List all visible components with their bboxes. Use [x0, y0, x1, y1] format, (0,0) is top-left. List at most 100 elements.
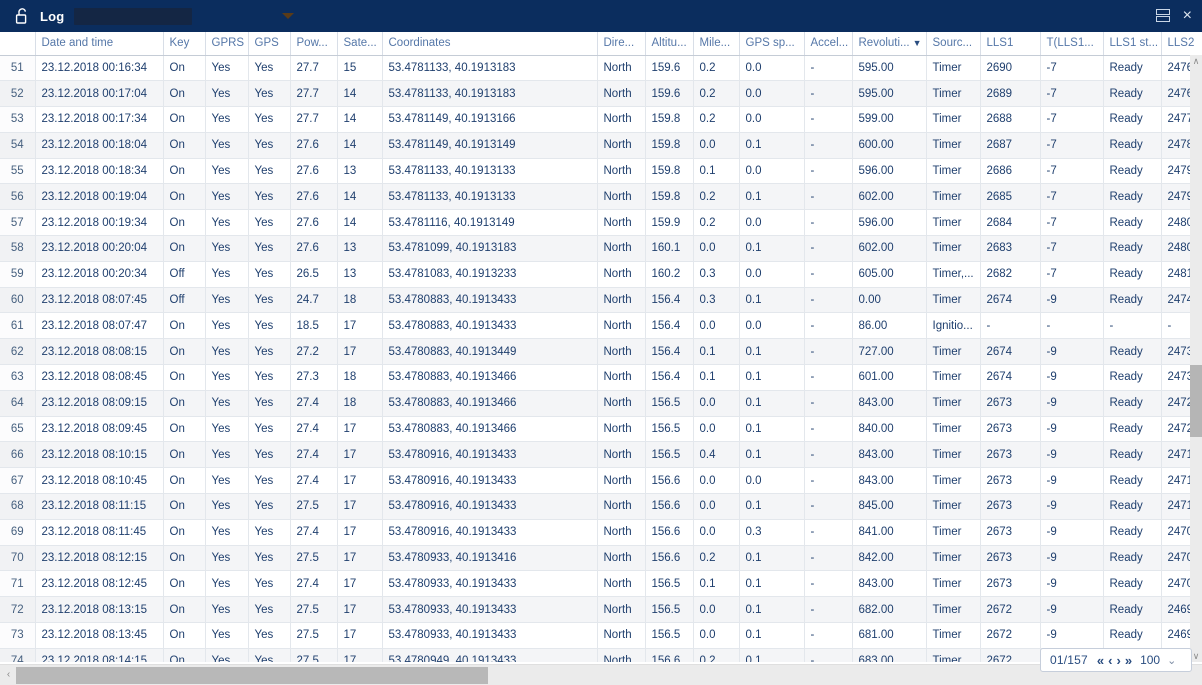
cell-alt: 156.6 — [645, 519, 694, 546]
column-header-alt[interactable]: Altitu... — [645, 32, 694, 56]
column-header-idx[interactable] — [0, 32, 36, 56]
page-size-value[interactable]: 100 — [1140, 653, 1160, 667]
column-header-acc[interactable]: Accel... — [804, 32, 853, 56]
horizontal-scroll-thumb[interactable] — [16, 667, 488, 684]
cell-gprs: Yes — [205, 158, 249, 185]
cell-mile: 0.0 — [693, 312, 740, 340]
table-row[interactable]: 70 23.12.2018 08:12:15 On Yes Yes 27.5 17 53.47… — [0, 545, 1202, 572]
cell-pow: 27.7 — [290, 106, 338, 133]
row-index-cell: 69 — [0, 519, 36, 546]
table-row[interactable]: 52 23.12.2018 00:17:04 On Yes Yes 27.7 14 53.47… — [0, 80, 1202, 108]
cell-alt: 156.5 — [645, 596, 694, 624]
restore-window-icon[interactable] — [1155, 9, 1170, 23]
column-header-pow[interactable]: Pow... — [290, 32, 338, 56]
column-header-label: Altitu... — [651, 37, 687, 50]
column-header-src[interactable]: Sourc... — [926, 32, 981, 56]
cell-gps: Yes — [248, 132, 291, 159]
unlocked-padlock-icon[interactable] — [14, 7, 30, 25]
close-icon[interactable]: × — [1183, 8, 1192, 24]
last-page-icon[interactable]: » — [1123, 653, 1134, 668]
table-row[interactable]: 60 23.12.2018 08:07:45 Off Yes Yes 24.7 18 53.4… — [0, 287, 1202, 314]
column-header-rev[interactable]: Revoluti... ▼ — [852, 32, 927, 56]
vertical-scrollbar[interactable]: ∧ ∨ — [1190, 55, 1202, 662]
cell-tl1: -9 — [1040, 390, 1104, 417]
table-row[interactable]: 58 23.12.2018 00:20:04 On Yes Yes 27.6 13 53.47… — [0, 235, 1202, 262]
scroll-up-icon[interactable]: ∧ — [1190, 55, 1202, 67]
log-table-container[interactable]: Date and time Key GPRS GPS Pow... Sate... Coor… — [0, 32, 1202, 662]
column-header-mile[interactable]: Mile... — [693, 32, 740, 56]
cell-src: Timer — [926, 106, 981, 133]
column-header-label: GPS sp... — [745, 37, 795, 50]
column-header-date[interactable]: Date and time — [35, 32, 164, 56]
row-index-cell: 74 — [0, 648, 36, 662]
cell-rev: 595.00 — [852, 55, 927, 82]
cell-rev: 596.00 — [852, 209, 927, 237]
column-header-coord[interactable]: Coordinates — [382, 32, 598, 56]
cell-coord: 53.4781099, 40.1913183 — [382, 235, 598, 262]
table-row[interactable]: 53 23.12.2018 00:17:34 On Yes Yes 27.7 14 53.47… — [0, 106, 1202, 133]
table-row[interactable]: 68 23.12.2018 08:11:15 On Yes Yes 27.5 17 53.47… — [0, 493, 1202, 520]
column-header-sat[interactable]: Sate... — [337, 32, 383, 56]
horizontal-scrollbar[interactable]: ‹ — [0, 664, 1202, 685]
cell-l1s: Ready — [1103, 467, 1162, 495]
column-header-lls2[interactable]: LLS2 — [1161, 32, 1202, 56]
table-row[interactable]: 63 23.12.2018 08:08:45 On Yes Yes 27.3 18 53.47… — [0, 364, 1202, 391]
cell-src: Timer — [926, 441, 981, 469]
table-row[interactable]: 55 23.12.2018 00:18:34 On Yes Yes 27.6 13 53.47… — [0, 158, 1202, 185]
table-row[interactable]: 67 23.12.2018 08:10:45 On Yes Yes 27.4 17 53.47… — [0, 467, 1202, 495]
vertical-scroll-thumb[interactable] — [1190, 365, 1202, 437]
cell-sat: 17 — [337, 467, 383, 495]
cell-sat: 14 — [337, 80, 383, 108]
column-header-gps[interactable]: GPS — [248, 32, 291, 56]
column-header-label: LLS1 st... — [1109, 37, 1159, 50]
cell-sat: 14 — [337, 106, 383, 133]
table-row[interactable]: 51 23.12.2018 00:16:34 On Yes Yes 27.7 15 53.47… — [0, 55, 1202, 82]
chevron-down-icon[interactable]: ⌄ — [1167, 654, 1176, 667]
table-row[interactable]: 74 23.12.2018 08:14:15 On Yes Yes 27.5 17 53.47… — [0, 648, 1202, 662]
prev-page-icon[interactable]: ‹ — [1106, 653, 1114, 668]
column-header-label: Sourc... — [932, 37, 973, 50]
sort-descending-icon[interactable]: ▼ — [913, 38, 922, 48]
table-row[interactable]: 59 23.12.2018 00:20:34 Off Yes Yes 26.5 13 53.4… — [0, 261, 1202, 288]
table-row[interactable]: 54 23.12.2018 00:18:04 On Yes Yes 27.6 14 53.47… — [0, 132, 1202, 159]
cell-sat: 17 — [337, 570, 383, 598]
row-index-cell: 59 — [0, 261, 36, 288]
table-row[interactable]: 73 23.12.2018 08:13:45 On Yes Yes 27.5 17 53.47… — [0, 622, 1202, 649]
cell-src: Timer — [926, 545, 981, 572]
row-index-cell: 60 — [0, 287, 36, 314]
first-page-icon[interactable]: « — [1095, 653, 1106, 668]
table-row[interactable]: 61 23.12.2018 08:07:47 On Yes Yes 18.5 17 53.47… — [0, 312, 1202, 340]
table-row[interactable]: 65 23.12.2018 08:09:45 On Yes Yes 27.4 17 53.47… — [0, 416, 1202, 443]
table-row[interactable]: 69 23.12.2018 08:11:45 On Yes Yes 27.4 17 53.47… — [0, 519, 1202, 546]
table-row[interactable]: 64 23.12.2018 08:09:15 On Yes Yes 27.4 18 53.47… — [0, 390, 1202, 417]
column-header-l1s[interactable]: LLS1 st... — [1103, 32, 1162, 56]
pagination-control[interactable]: 01/157 « ‹ › » 100 ⌄ — [1040, 648, 1192, 672]
cell-date: 23.12.2018 08:09:45 — [35, 416, 164, 443]
table-row[interactable]: 66 23.12.2018 08:10:15 On Yes Yes 27.4 17 53.47… — [0, 441, 1202, 469]
column-header-gprs[interactable]: GPRS — [205, 32, 249, 56]
column-header-tl1[interactable]: T(LLS1... — [1040, 32, 1104, 56]
column-header-dir[interactable]: Dire... — [597, 32, 646, 56]
cell-pow: 27.6 — [290, 209, 338, 237]
cell-src: Timer — [926, 596, 981, 624]
cell-pow: 27.5 — [290, 648, 338, 662]
cell-alt: 159.8 — [645, 106, 694, 133]
table-row[interactable]: 72 23.12.2018 08:13:15 On Yes Yes 27.5 17 53.47… — [0, 596, 1202, 624]
table-row[interactable]: 71 23.12.2018 08:12:45 On Yes Yes 27.4 17 53.47… — [0, 570, 1202, 598]
column-header-label: Mile... — [699, 37, 731, 50]
next-page-icon[interactable]: › — [1114, 653, 1122, 668]
table-row[interactable]: 57 23.12.2018 00:19:34 On Yes Yes 27.6 14 53.47… — [0, 209, 1202, 237]
column-header-gspd[interactable]: GPS sp... — [739, 32, 805, 56]
column-header-lls1[interactable]: LLS1 — [980, 32, 1041, 56]
chevron-down-icon[interactable] — [282, 13, 295, 19]
column-header-key[interactable]: Key — [163, 32, 206, 56]
table-row[interactable]: 56 23.12.2018 00:19:04 On Yes Yes 27.6 14 53.47… — [0, 183, 1202, 211]
cell-gps: Yes — [248, 55, 291, 82]
table-row[interactable]: 62 23.12.2018 08:08:15 On Yes Yes 27.2 17 53.47… — [0, 338, 1202, 366]
scroll-left-icon[interactable]: ‹ — [2, 668, 15, 682]
log-source-field[interactable] — [74, 7, 193, 25]
cell-sat: 17 — [337, 519, 383, 546]
cell-acc: - — [804, 467, 853, 495]
cell-mile: 0.2 — [693, 183, 740, 211]
cell-lls1: 2673 — [980, 570, 1041, 598]
